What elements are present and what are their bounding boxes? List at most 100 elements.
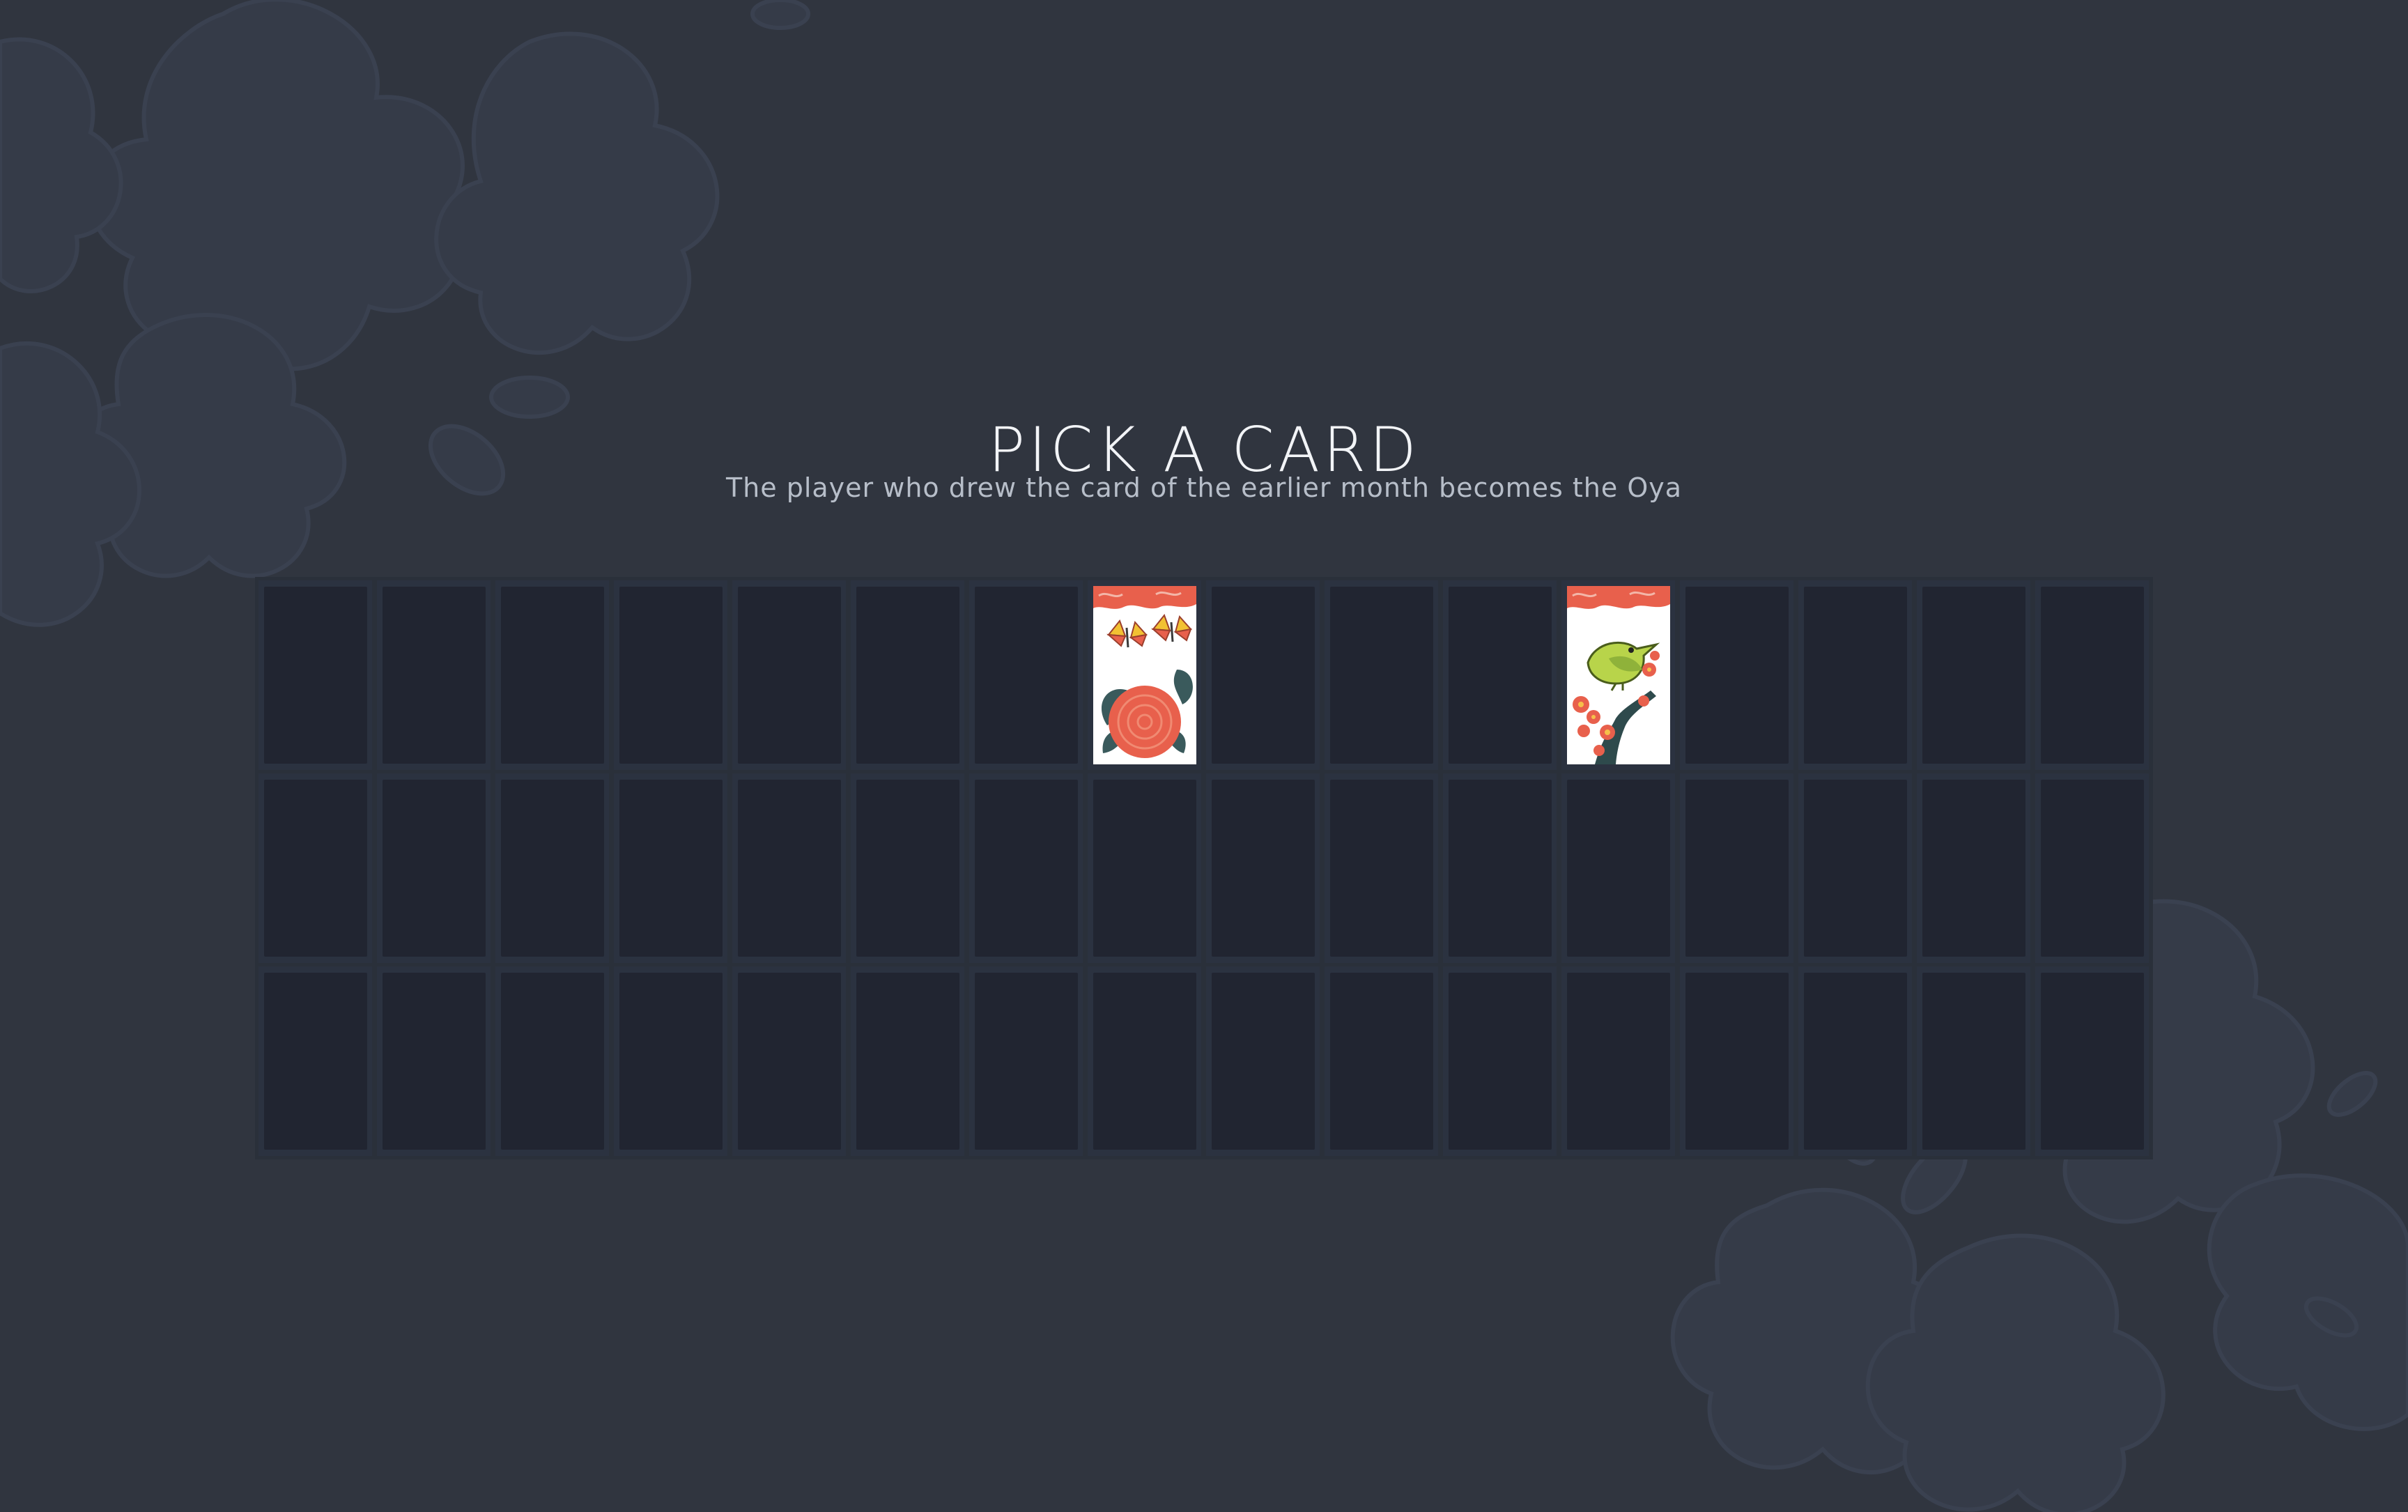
card-back (1093, 973, 1196, 1150)
card-back (382, 587, 486, 764)
card-facedown[interactable] (377, 966, 491, 1156)
card-facedown[interactable] (732, 580, 846, 770)
card-facedown[interactable] (1680, 580, 1793, 770)
card-back (2040, 587, 2144, 764)
card-back (1922, 973, 2025, 1150)
card-facedown[interactable] (851, 580, 964, 770)
card-back (1922, 587, 2025, 764)
card-facedown[interactable] (969, 773, 1083, 963)
card-back (619, 780, 723, 957)
card-facedown[interactable] (1561, 966, 1675, 1156)
card-back (1922, 780, 2025, 957)
card-back (263, 973, 367, 1150)
card-back (1448, 587, 1552, 764)
card-back (1448, 973, 1552, 1150)
card-facedown[interactable] (1561, 773, 1675, 963)
card-back (1803, 973, 1907, 1150)
card-facedown[interactable] (377, 773, 491, 963)
card-facedown[interactable] (1088, 773, 1201, 963)
card-back (382, 780, 486, 957)
card-facedown[interactable] (258, 773, 372, 963)
card-back (1685, 780, 1789, 957)
card-facedown[interactable] (851, 966, 964, 1156)
card-back (619, 973, 723, 1150)
card-back (619, 587, 723, 764)
page-subtitle: The player who drew the card of the earl… (725, 472, 1683, 503)
card-back (974, 587, 1078, 764)
card-back (263, 780, 367, 957)
card-facedown[interactable] (614, 773, 727, 963)
card-facedown[interactable] (2035, 773, 2149, 963)
card-facedown[interactable] (1206, 966, 1320, 1156)
card-back (856, 780, 959, 957)
peony-butterflies-card (1093, 586, 1196, 764)
card-facedown[interactable] (1798, 966, 1912, 1156)
card-back (263, 587, 367, 764)
card-facedown[interactable] (495, 773, 609, 963)
card-facedown[interactable] (1443, 580, 1557, 770)
card-back (2040, 973, 2144, 1150)
card-back (500, 780, 604, 957)
card-facedown[interactable] (1917, 966, 2030, 1156)
card-facedown[interactable] (1443, 773, 1557, 963)
card-facedown[interactable] (1798, 580, 1912, 770)
card-back (1211, 587, 1315, 764)
card-facedown[interactable] (732, 966, 846, 1156)
card-facedown[interactable] (1680, 966, 1793, 1156)
card-facedown[interactable] (1325, 773, 1438, 963)
card-facedown[interactable] (377, 580, 491, 770)
card-revealed[interactable] (1561, 580, 1675, 770)
card-facedown[interactable] (495, 580, 609, 770)
card-back (1211, 973, 1315, 1150)
card-facedown[interactable] (1206, 580, 1320, 770)
card-back (856, 973, 959, 1150)
card-back (500, 587, 604, 764)
card-facedown[interactable] (1206, 773, 1320, 963)
peony-butterflies-icon (1093, 586, 1196, 764)
card-back (737, 587, 841, 764)
card-revealed[interactable] (1088, 580, 1201, 770)
card-facedown[interactable] (1680, 773, 1793, 963)
card-back (1329, 587, 1433, 764)
card-facedown[interactable] (1325, 966, 1438, 1156)
card-back (1329, 973, 1433, 1150)
card-facedown[interactable] (969, 966, 1083, 1156)
card-facedown[interactable] (2035, 580, 2149, 770)
card-facedown[interactable] (258, 966, 372, 1156)
game-screen: PICK A CARD The player who drew the card… (0, 0, 2408, 1512)
card-facedown[interactable] (1798, 773, 1912, 963)
card-facedown[interactable] (258, 580, 372, 770)
card-facedown[interactable] (1917, 580, 2030, 770)
card-facedown[interactable] (2035, 966, 2149, 1156)
card-deck-grid (255, 577, 2153, 1159)
card-facedown[interactable] (732, 773, 846, 963)
card-back (737, 973, 841, 1150)
card-back (2040, 780, 2144, 957)
plum-bush-warbler-icon (1566, 586, 1670, 764)
card-facedown[interactable] (1325, 580, 1438, 770)
card-back (382, 973, 486, 1150)
card-back (1211, 780, 1315, 957)
card-facedown[interactable] (614, 580, 727, 770)
plum-bush-warbler-card (1566, 586, 1670, 764)
card-facedown[interactable] (851, 773, 964, 963)
card-facedown[interactable] (969, 580, 1083, 770)
card-back (1093, 780, 1196, 957)
card-back (1685, 587, 1789, 764)
card-facedown[interactable] (1443, 966, 1557, 1156)
card-back (737, 780, 841, 957)
card-facedown[interactable] (495, 966, 609, 1156)
card-back (1685, 973, 1789, 1150)
card-back (1329, 780, 1433, 957)
card-back (1566, 973, 1670, 1150)
card-back (974, 973, 1078, 1150)
card-back (1566, 780, 1670, 957)
card-facedown[interactable] (1917, 773, 2030, 963)
card-back (1803, 780, 1907, 957)
card-back (1448, 780, 1552, 957)
card-back (974, 780, 1078, 957)
card-back (500, 973, 604, 1150)
card-facedown[interactable] (1088, 966, 1201, 1156)
card-facedown[interactable] (614, 966, 727, 1156)
card-back (1803, 587, 1907, 764)
